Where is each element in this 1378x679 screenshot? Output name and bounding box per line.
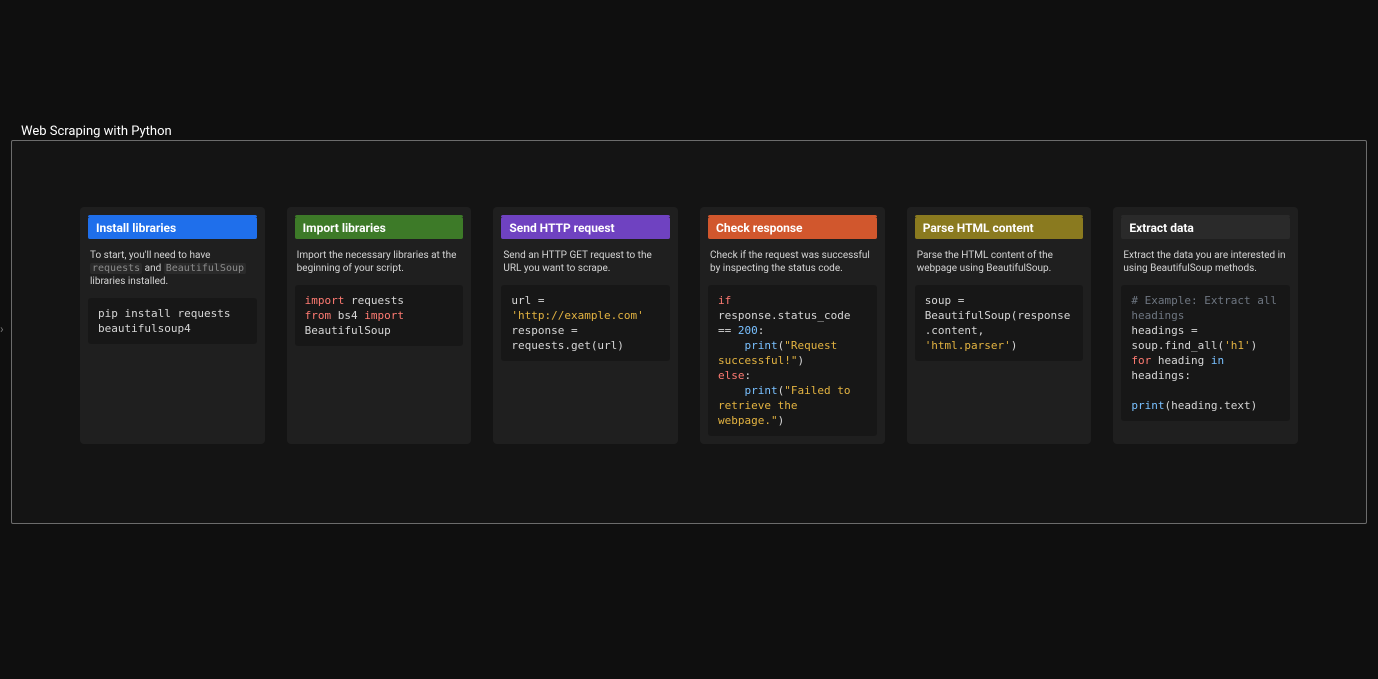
- card-header: Check response: [708, 217, 877, 239]
- card-description: Extract the data you are interested in u…: [1121, 249, 1290, 285]
- card-description: Import the necessary libraries at the be…: [295, 249, 464, 285]
- page-title: Web Scraping with Python: [21, 124, 172, 139]
- step-card[interactable]: Install libraries To start, you'll need t…: [80, 207, 265, 444]
- code-block: url = 'http://example.com' response = re…: [501, 285, 670, 361]
- main-panel: Install libraries To start, you'll need t…: [11, 140, 1367, 524]
- card-header: Install libraries: [88, 217, 257, 239]
- code-block: if response.status_code == 200: print("R…: [708, 285, 877, 436]
- card-header: Parse HTML content: [915, 217, 1084, 239]
- code-block: pip install requests beautifulsoup4: [88, 298, 257, 344]
- step-card[interactable]: Check response Check if the request was s…: [700, 207, 885, 444]
- card-header: Extract data: [1121, 217, 1290, 239]
- card-header: Import libraries: [295, 217, 464, 239]
- card-description: Send an HTTP GET request to the URL you …: [501, 249, 670, 285]
- step-card[interactable]: Extract data Extract the data you are int…: [1113, 207, 1298, 444]
- card-description: Parse the HTML content of the webpage us…: [915, 249, 1084, 285]
- step-card[interactable]: Import libraries Import the necessary lib…: [287, 207, 472, 444]
- code-block: soup = BeautifulSoup(response.content, '…: [915, 285, 1084, 361]
- cards-row: Install libraries To start, you'll need t…: [12, 141, 1366, 444]
- card-header: Send HTTP request: [501, 217, 670, 239]
- card-description: To start, you'll need to have requests a…: [88, 249, 257, 298]
- step-card[interactable]: Send HTTP request Send an HTTP GET reques…: [493, 207, 678, 444]
- code-block: # Example: Extract all headings headings…: [1121, 285, 1290, 421]
- code-block: import requests from bs4 import Beautifu…: [295, 285, 464, 346]
- expand-arrow-icon[interactable]: ›: [0, 322, 4, 336]
- step-card[interactable]: Parse HTML content Parse the HTML content…: [907, 207, 1092, 444]
- card-description: Check if the request was successful by i…: [708, 249, 877, 285]
